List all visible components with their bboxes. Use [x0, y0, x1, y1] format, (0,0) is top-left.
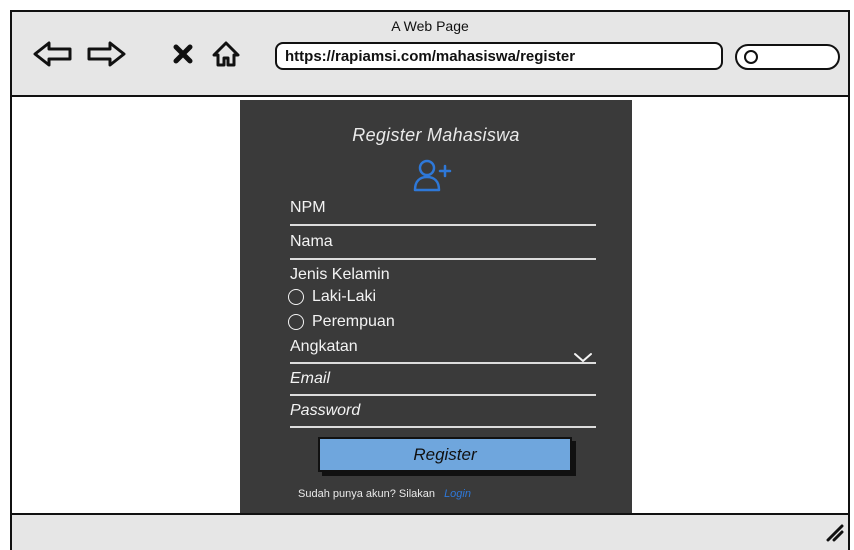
page-content: Register Mahasiswa NPM Nama Jenis Kelami… — [12, 97, 848, 513]
password-field-underline — [290, 426, 596, 428]
search-icon — [744, 50, 758, 64]
npm-field-underline — [290, 224, 596, 226]
register-form-card: Register Mahasiswa NPM Nama Jenis Kelami… — [240, 100, 632, 513]
browser-search-input[interactable] — [735, 44, 840, 70]
address-bar[interactable]: https://rapiamsi.com/mahasiswa/register — [275, 42, 723, 70]
nama-field-underline — [290, 258, 596, 260]
gender-option-male-label: Laki-Laki — [312, 288, 377, 305]
home-icon[interactable] — [210, 39, 242, 69]
forward-arrow-icon[interactable] — [85, 39, 127, 69]
gender-option-female-label: Perempuan — [312, 313, 395, 330]
radio-button[interactable] — [288, 289, 304, 305]
login-prompt-text: Sudah punya akun? Silakan — [298, 488, 435, 500]
login-link[interactable]: Login — [444, 488, 471, 500]
gender-option-female[interactable]: Perempuan — [288, 313, 395, 331]
angkatan-select-underline — [290, 362, 596, 364]
close-icon[interactable] — [170, 39, 196, 69]
resize-grip-icon[interactable] — [826, 524, 844, 542]
password-field[interactable]: Password — [290, 402, 360, 420]
back-arrow-icon[interactable] — [32, 39, 74, 69]
nama-field[interactable]: Nama — [290, 233, 333, 251]
status-bar — [12, 513, 848, 550]
browser-toolbar: A Web Page https://rapiamsi.com/mahasisw… — [12, 12, 848, 97]
user-plus-icon — [413, 159, 452, 192]
email-field-underline — [290, 394, 596, 396]
radio-button[interactable] — [288, 314, 304, 330]
window-title: A Web Page — [391, 18, 469, 34]
email-field[interactable]: Email — [290, 370, 330, 388]
browser-window: A Web Page https://rapiamsi.com/mahasisw… — [10, 10, 850, 550]
gender-label: Jenis Kelamin — [290, 266, 390, 283]
angkatan-select[interactable]: Angkatan — [290, 338, 358, 356]
gender-option-male[interactable]: Laki-Laki — [288, 288, 376, 306]
register-button[interactable]: Register — [318, 437, 572, 472]
form-title: Register Mahasiswa — [352, 125, 520, 145]
login-prompt: Sudah punya akun? Silakan Login — [298, 488, 471, 500]
npm-field[interactable]: NPM — [290, 199, 326, 217]
